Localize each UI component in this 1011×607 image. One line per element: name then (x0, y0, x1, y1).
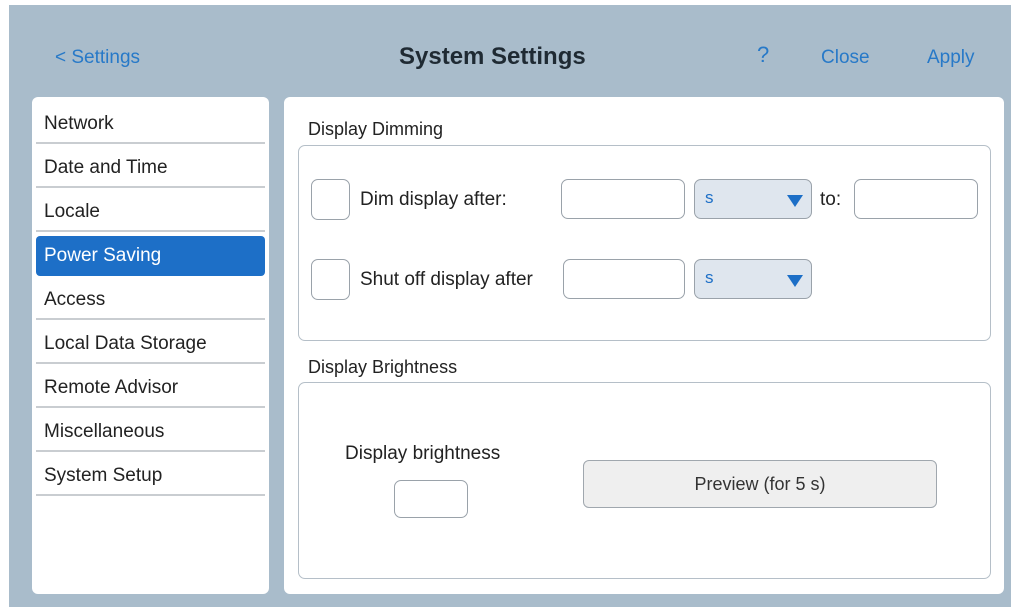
display-dimming-title: Display Dimming (308, 119, 444, 139)
sidebar-item-power-saving[interactable]: Power Saving (36, 236, 265, 276)
shutoff-duration-input[interactable] (563, 259, 685, 299)
display-brightness-label: Display brightness (345, 443, 501, 464)
sidebar-item-locale[interactable]: Locale (36, 192, 265, 232)
chevron-down-icon (787, 195, 803, 207)
sidebar-item-system-setup[interactable]: System Setup (36, 456, 265, 496)
dim-display-checkbox[interactable] (311, 179, 350, 220)
app-frame: < Settings System Settings ? Close Apply… (9, 5, 1011, 607)
back-to-settings-link[interactable]: < Settings (55, 47, 140, 69)
sidebar-item-remote-advisor[interactable]: Remote Advisor (36, 368, 265, 408)
sidebar: Network Date and Time Locale Power Savin… (32, 97, 269, 594)
dim-duration-input[interactable] (561, 179, 685, 219)
main-panel: Display Dimming Dim display after: s to:… (284, 97, 1004, 594)
sidebar-item-local-data-storage[interactable]: Local Data Storage (36, 324, 265, 364)
preview-button[interactable]: Preview (for 5 s) (583, 460, 937, 508)
dim-level-input[interactable] (854, 179, 978, 219)
chevron-down-icon (787, 275, 803, 287)
display-dimming-box (298, 145, 991, 341)
to-label: to: (820, 189, 842, 210)
sidebar-item-network[interactable]: Network (36, 104, 265, 144)
sidebar-item-date-and-time[interactable]: Date and Time (36, 148, 265, 188)
shutoff-unit-value: s (705, 268, 714, 287)
sidebar-item-access[interactable]: Access (36, 280, 265, 320)
sidebar-item-miscellaneous[interactable]: Miscellaneous (36, 412, 265, 452)
header-bar: < Settings System Settings ? Close Apply (9, 5, 1011, 95)
close-button[interactable]: Close (821, 47, 870, 69)
display-brightness-title: Display Brightness (308, 357, 458, 377)
apply-button[interactable]: Apply (927, 47, 975, 69)
dim-unit-select[interactable]: s (694, 179, 812, 219)
dim-display-label: Dim display after: (360, 189, 507, 210)
brightness-input[interactable] (394, 480, 468, 518)
shutoff-unit-select[interactable]: s (694, 259, 812, 299)
page-title: System Settings (399, 43, 586, 70)
shutoff-display-checkbox[interactable] (311, 259, 350, 300)
help-icon[interactable]: ? (757, 42, 769, 68)
shutoff-display-label: Shut off display after (360, 269, 533, 290)
dim-unit-value: s (705, 188, 714, 207)
